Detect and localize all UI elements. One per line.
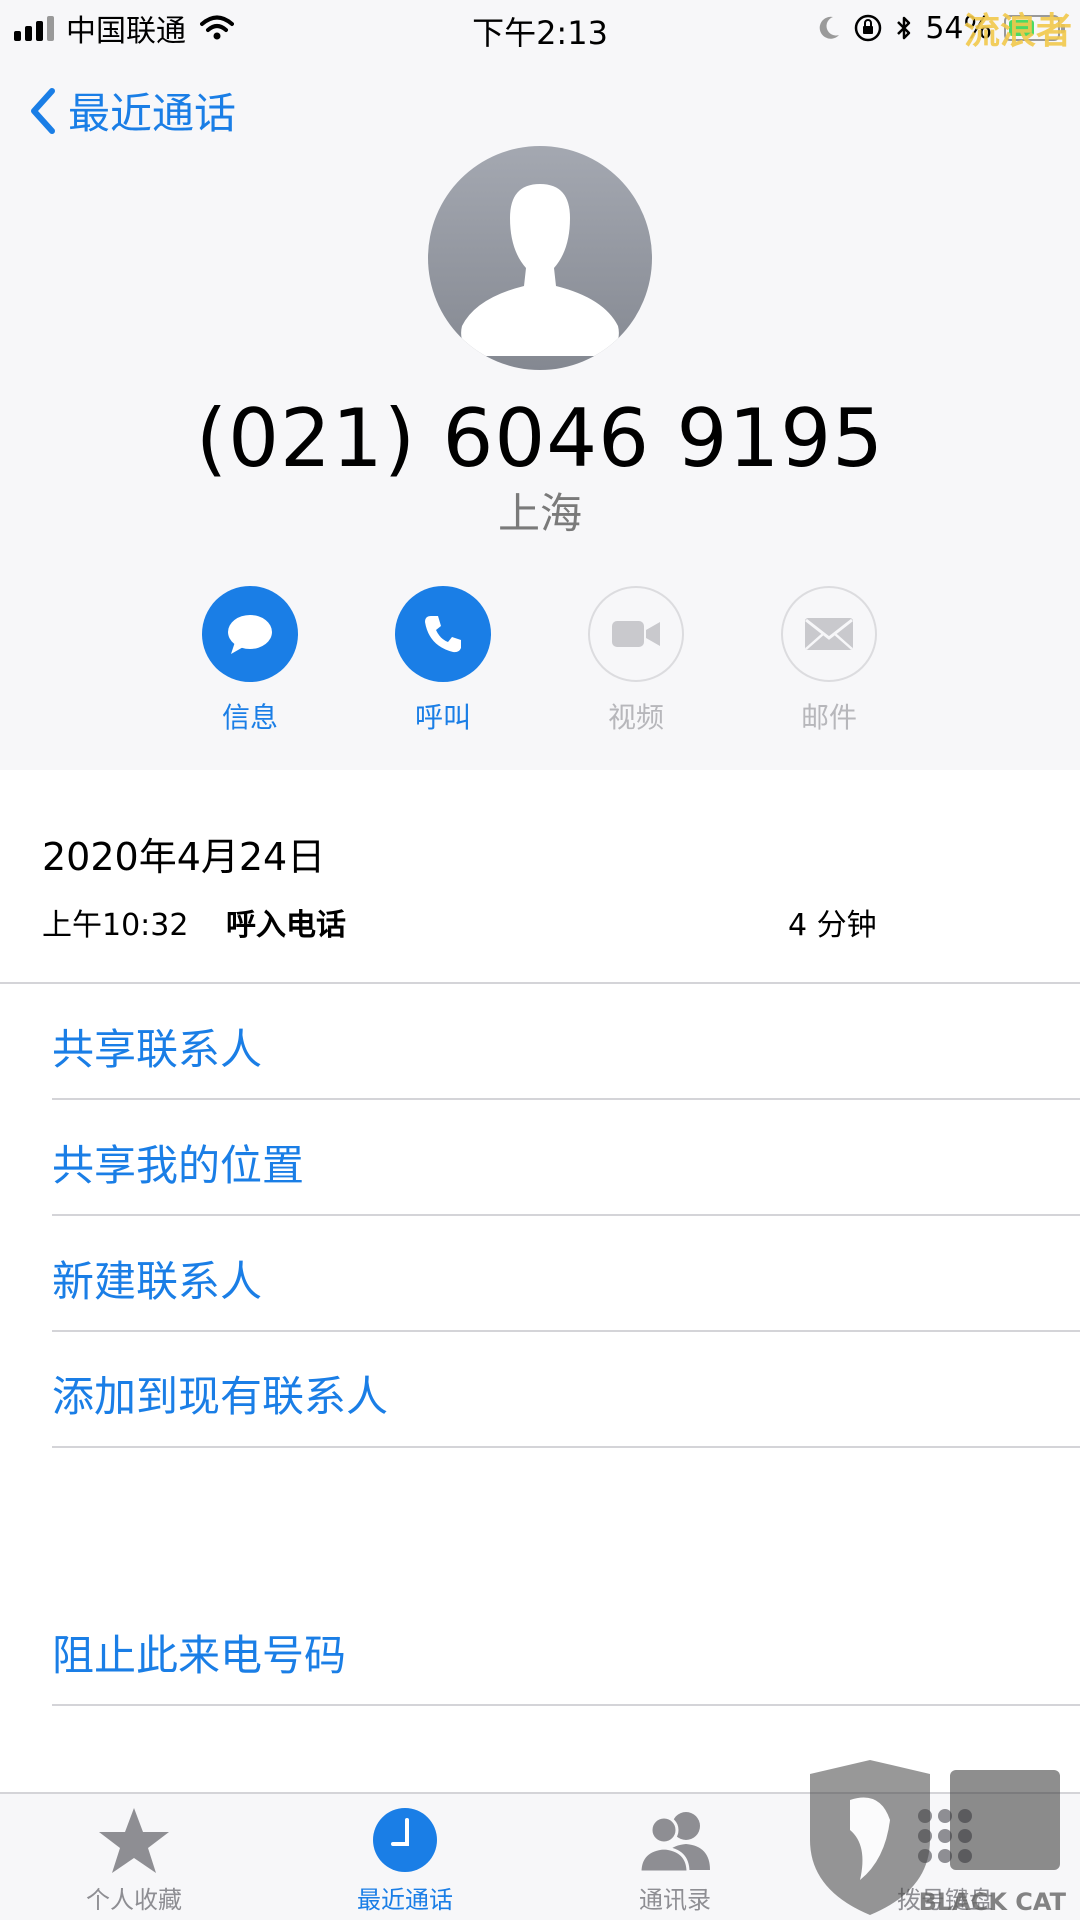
tab-favorites-label: 个人收藏 — [86, 1886, 182, 1914]
back-label: 最近通话 — [68, 89, 237, 138]
message-action[interactable]: 信息 — [200, 586, 300, 736]
tab-contacts[interactable]: 通讯录 — [575, 1804, 775, 1915]
star-icon — [99, 1808, 169, 1873]
mail-icon — [805, 618, 853, 650]
divider — [52, 1446, 1080, 1448]
moon-icon — [820, 16, 840, 39]
divider — [0, 982, 1080, 984]
contact-actions: 信息 呼叫 视频 邮件 — [200, 586, 880, 736]
call-time: 上午10:32 — [42, 908, 189, 943]
divider — [52, 1214, 1080, 1216]
tab-favorites[interactable]: 个人收藏 — [34, 1804, 234, 1915]
call-label: 呼叫 — [414, 701, 471, 734]
tab-recents-label: 最近通话 — [357, 1886, 453, 1914]
clock-icon — [373, 1808, 437, 1872]
divider — [52, 1704, 1080, 1706]
brand-text: BLACK CAT — [918, 1888, 1066, 1916]
mail-button[interactable] — [781, 586, 877, 682]
share-contact-button[interactable]: 共享联系人 — [52, 1016, 262, 1077]
share-location-button[interactable]: 共享我的位置 — [52, 1132, 304, 1193]
video-icon — [612, 621, 660, 647]
divider — [52, 1098, 1080, 1100]
message-icon — [228, 615, 272, 654]
phone-icon — [425, 616, 461, 653]
contact-phone-number: (021) 6046 9195 — [195, 392, 885, 485]
person-silhouette-icon — [461, 184, 619, 356]
divider — [52, 1330, 1080, 1332]
video-label: 视频 — [607, 701, 664, 734]
chevron-left-icon — [31, 87, 55, 134]
call-button[interactable] — [395, 586, 491, 682]
mail-action[interactable]: 邮件 — [779, 586, 879, 736]
call-date: 2020年4月24日 — [42, 835, 326, 879]
watermark-text: 流浪者 — [963, 11, 1072, 52]
call-duration: 4 分钟 — [788, 908, 877, 943]
status-bar: 中国联通 下午2:13 54% — [0, 0, 1080, 56]
back-button[interactable]: 最近通话 — [30, 80, 236, 141]
bluetooth-icon — [897, 16, 911, 40]
mail-label: 邮件 — [800, 701, 857, 734]
block-caller-button[interactable]: 阻止此来电号码 — [52, 1622, 346, 1683]
contact-avatar — [428, 146, 652, 370]
contacts-icon — [638, 1812, 710, 1874]
new-contact-button[interactable]: 新建联系人 — [52, 1248, 262, 1309]
tab-recents[interactable]: 最近通话 — [305, 1804, 505, 1915]
video-action[interactable]: 视频 — [586, 586, 686, 736]
add-to-existing-contact-button[interactable]: 添加到现有联系人 — [52, 1363, 388, 1424]
tab-contacts-label: 通讯录 — [639, 1886, 711, 1914]
message-button[interactable] — [202, 586, 298, 682]
contact-location: 上海 — [497, 489, 582, 538]
call-action[interactable]: 呼叫 — [393, 586, 493, 736]
rotation-lock-icon — [855, 14, 882, 42]
message-label: 信息 — [221, 701, 278, 734]
call-type: 呼入电话 — [226, 908, 346, 943]
video-button[interactable] — [588, 586, 684, 682]
